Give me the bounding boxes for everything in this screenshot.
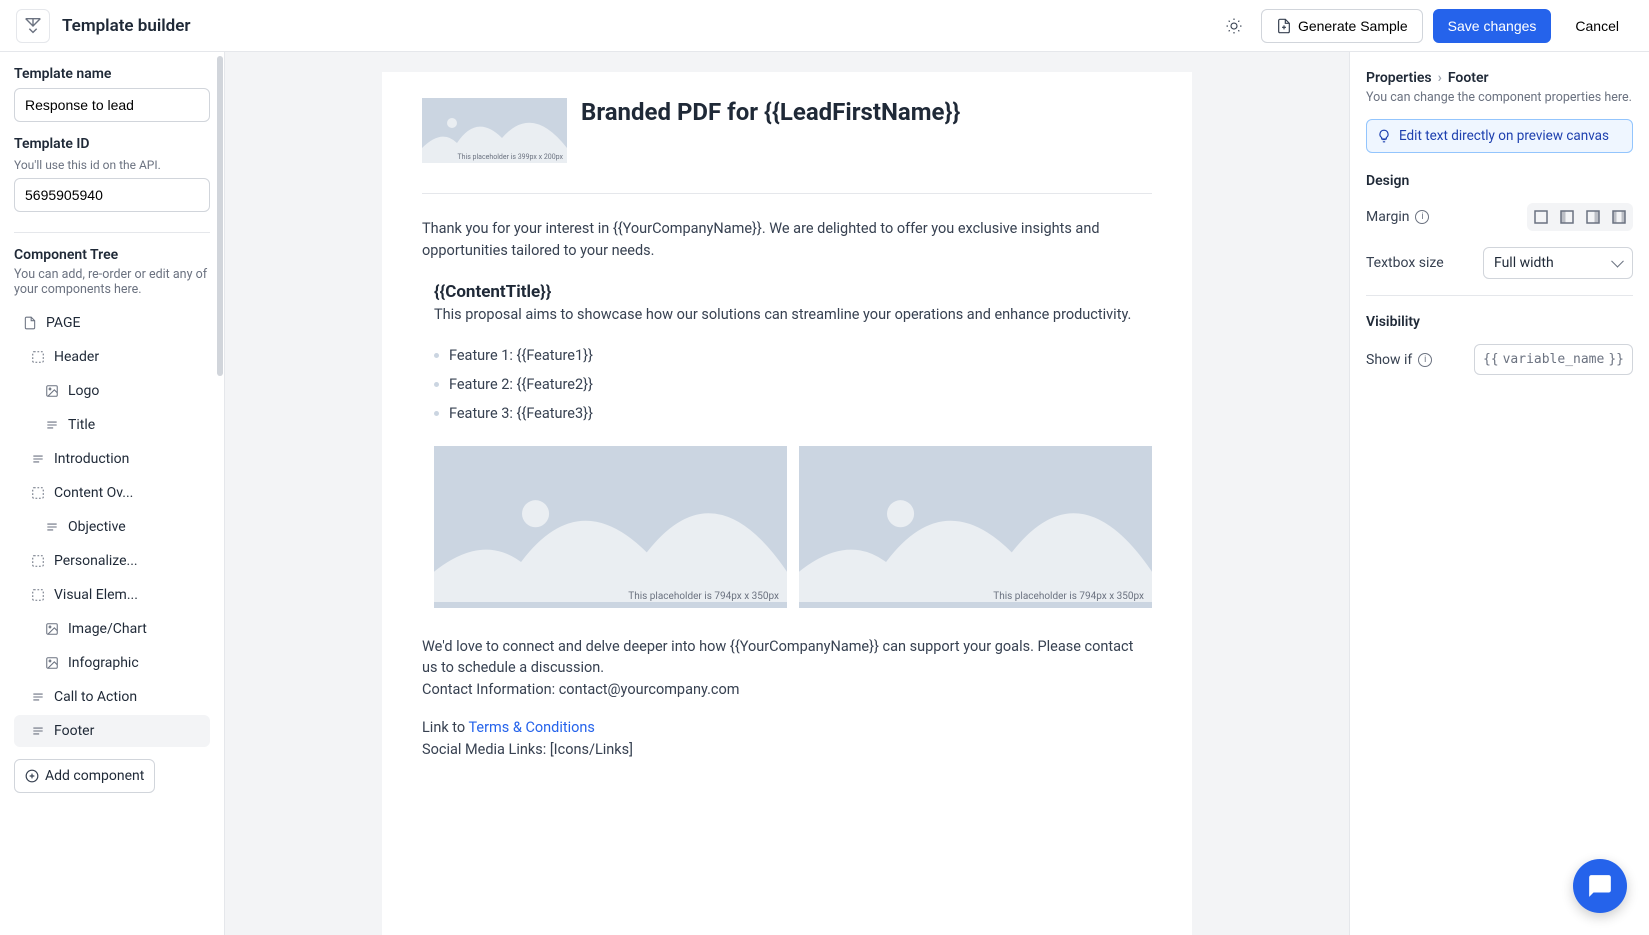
document-icon <box>1276 18 1292 34</box>
chevron-right-icon: › <box>1438 70 1442 86</box>
properties-help: You can change the component properties … <box>1366 90 1633 105</box>
theme-toggle-icon[interactable] <box>1217 9 1251 43</box>
margin-option-right[interactable] <box>1581 205 1605 229</box>
chat-icon <box>1587 873 1613 899</box>
sidebar-left: Template name Template ID You'll use thi… <box>0 52 225 935</box>
properties-panel: Properties › Footer You can change the c… <box>1349 52 1649 935</box>
tree-item-visual-elem-[interactable]: Visual Elem... <box>14 579 210 611</box>
image-icon <box>44 383 60 399</box>
feature-list: Feature 1: {{Feature1}}Feature 2: {{Feat… <box>434 341 1152 428</box>
tree-item-header[interactable]: Header <box>14 341 210 373</box>
lightbulb-icon <box>1377 129 1391 143</box>
section-icon <box>30 553 46 569</box>
image-icon <box>44 655 60 671</box>
section-icon <box>30 485 46 501</box>
tree-item-image-chart[interactable]: Image/Chart <box>14 613 210 645</box>
show-if-label: Show if i <box>1366 352 1432 368</box>
template-name-label: Template name <box>14 66 210 82</box>
content-title[interactable]: {{ContentTitle}} <box>434 282 1152 302</box>
breadcrumb: Properties › Footer <box>1366 70 1633 86</box>
section-icon <box>30 587 46 603</box>
footer-links[interactable]: Link to Terms & Conditions Social Media … <box>422 717 1152 761</box>
feature-item[interactable]: Feature 3: {{Feature3}} <box>434 399 1152 428</box>
tree-item-objective[interactable]: Objective <box>14 511 210 543</box>
document-title[interactable]: Branded PDF for {{LeadFirstName}} <box>581 98 960 126</box>
visibility-section-title: Visibility <box>1366 314 1633 330</box>
cancel-button[interactable]: Cancel <box>1561 10 1633 42</box>
tree-item-title[interactable]: Title <box>14 409 210 441</box>
margin-toggle <box>1527 203 1633 231</box>
section-icon <box>30 349 46 365</box>
text-icon <box>30 451 46 467</box>
plus-icon <box>25 769 39 783</box>
text-icon <box>30 689 46 705</box>
template-id-help: You'll use this id on the API. <box>14 158 210 172</box>
component-tree-title: Component Tree <box>14 247 210 263</box>
cta-text[interactable]: We'd love to connect and delve deeper in… <box>422 636 1152 701</box>
template-name-input[interactable] <box>14 88 210 122</box>
chat-fab[interactable] <box>1573 859 1627 913</box>
info-icon[interactable]: i <box>1418 353 1432 367</box>
text-icon <box>44 519 60 535</box>
image-placeholder-1[interactable]: This placeholder is 794px x 350px <box>434 446 787 608</box>
page-preview: This placeholder is 399px x 200px Brande… <box>382 72 1192 935</box>
generate-sample-button[interactable]: Generate Sample <box>1261 9 1423 43</box>
image-icon <box>44 621 60 637</box>
template-id-label: Template ID <box>14 136 210 152</box>
feature-item[interactable]: Feature 2: {{Feature2}} <box>434 370 1152 399</box>
content-description[interactable]: This proposal aims to showcase how our s… <box>434 306 1152 323</box>
app-logo-icon <box>16 9 50 43</box>
edit-on-canvas-tip[interactable]: Edit text directly on preview canvas <box>1366 119 1633 153</box>
tree-item-infographic[interactable]: Infographic <box>14 647 210 679</box>
component-tree-help: You can add, re-order or edit any of you… <box>14 267 210 297</box>
tree-item-content-ov-[interactable]: Content Ov... <box>14 477 210 509</box>
textbox-size-label: Textbox size <box>1366 255 1444 271</box>
tree-item-logo[interactable]: Logo <box>14 375 210 407</box>
tree-item-page[interactable]: PAGE <box>14 307 210 339</box>
page-icon <box>22 315 38 331</box>
tree-item-call-to-action[interactable]: Call to Action <box>14 681 210 713</box>
textbox-size-select[interactable]: Full width <box>1483 247 1633 279</box>
tree-item-personalize-[interactable]: Personalize... <box>14 545 210 577</box>
tree-item-introduction[interactable]: Introduction <box>14 443 210 475</box>
preview-canvas[interactable]: This placeholder is 399px x 200px Brande… <box>225 52 1349 935</box>
intro-text[interactable]: Thank you for your interest in {{YourCom… <box>422 218 1152 262</box>
margin-option-none[interactable] <box>1529 205 1553 229</box>
show-if-input[interactable]: {{variable_name}} <box>1474 344 1633 375</box>
feature-item[interactable]: Feature 1: {{Feature1}} <box>434 341 1152 370</box>
margin-option-both[interactable] <box>1607 205 1631 229</box>
tree-item-footer[interactable]: Footer <box>14 715 210 747</box>
margin-option-left[interactable] <box>1555 205 1579 229</box>
margin-label: Margin i <box>1366 209 1429 225</box>
design-section-title: Design <box>1366 173 1633 189</box>
topbar: Template builder Generate Sample Save ch… <box>0 0 1649 52</box>
save-changes-button[interactable]: Save changes <box>1433 9 1552 43</box>
text-icon <box>30 723 46 739</box>
info-icon[interactable]: i <box>1415 210 1429 224</box>
logo-placeholder[interactable]: This placeholder is 399px x 200px <box>422 98 567 163</box>
image-placeholder-2[interactable]: This placeholder is 794px x 350px <box>799 446 1152 608</box>
terms-link[interactable]: Terms & Conditions <box>468 719 594 736</box>
add-component-button[interactable]: Add component <box>14 759 155 793</box>
component-tree: PAGEHeaderLogoTitleIntroductionContent O… <box>14 307 210 747</box>
app-title: Template builder <box>62 16 191 36</box>
template-id-input[interactable] <box>14 178 210 212</box>
text-icon <box>44 417 60 433</box>
scrollbar[interactable] <box>216 52 224 935</box>
